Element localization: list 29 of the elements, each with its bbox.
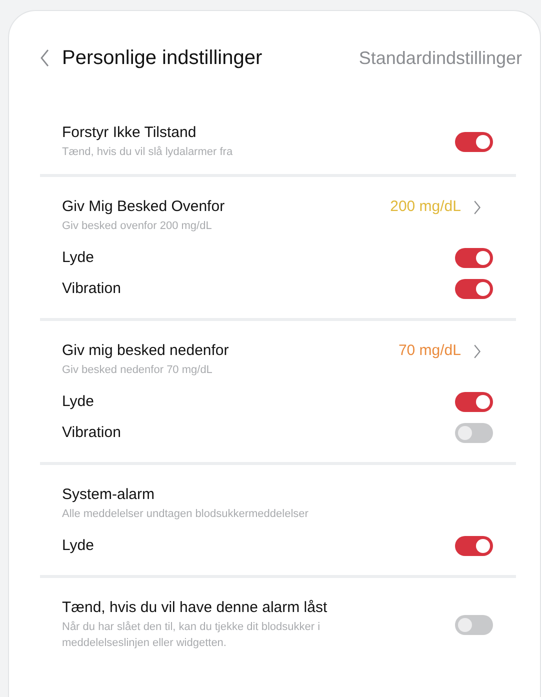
toggle-switch[interactable] — [455, 279, 493, 299]
option-label: Vibration — [62, 422, 121, 443]
section-title: Tænd, hvis du vil have denne alarm låst — [62, 598, 328, 618]
page-title: Personlige indstillinger — [62, 46, 262, 71]
section-subtitle: Når du har slået den til, kan du tjekke dit blodsukker i meddelelseslinjen eller widgetten. — [62, 620, 322, 651]
option-label: Vibration — [62, 278, 121, 299]
section-title: Giv Mig Besked Ovenfor — [62, 197, 226, 217]
section-subtitle: Giv besked nedenfor 70 mg/dL — [62, 363, 214, 378]
chevron-right-icon — [473, 200, 481, 214]
option-label: Lyde — [62, 536, 94, 556]
toggle-switch[interactable] — [455, 614, 493, 634]
defaults-link[interactable]: Standardindstillinger — [358, 44, 522, 72]
toggle-switch[interactable] — [455, 423, 493, 443]
toggle-switch[interactable] — [455, 248, 493, 268]
chevron-right-icon — [473, 344, 481, 358]
section-subtitle: Giv besked ovenfor 200 mg/dL — [62, 219, 213, 234]
section-title: System-alarm — [62, 485, 156, 505]
toggle-switch[interactable] — [455, 536, 493, 556]
threshold-value[interactable]: 70 mg/dL — [398, 341, 461, 361]
section-subtitle: Tænd, hvis du vil slå lydalarmer fra — [62, 145, 234, 160]
section-title: Giv mig besked nedenfor — [62, 341, 230, 361]
option-label: Lyde — [62, 248, 94, 268]
option-label: Lyde — [62, 392, 94, 412]
back-icon — [40, 49, 50, 67]
toggle-switch[interactable] — [455, 392, 493, 412]
toggle-switch[interactable] — [455, 132, 493, 152]
section-subtitle: Alle meddelelser undtagen blodsukkermeddelelser — [62, 507, 310, 522]
threshold-value[interactable]: 200 mg/dL — [390, 197, 461, 217]
section-title: Forstyr Ikke Tilstand — [62, 123, 198, 143]
